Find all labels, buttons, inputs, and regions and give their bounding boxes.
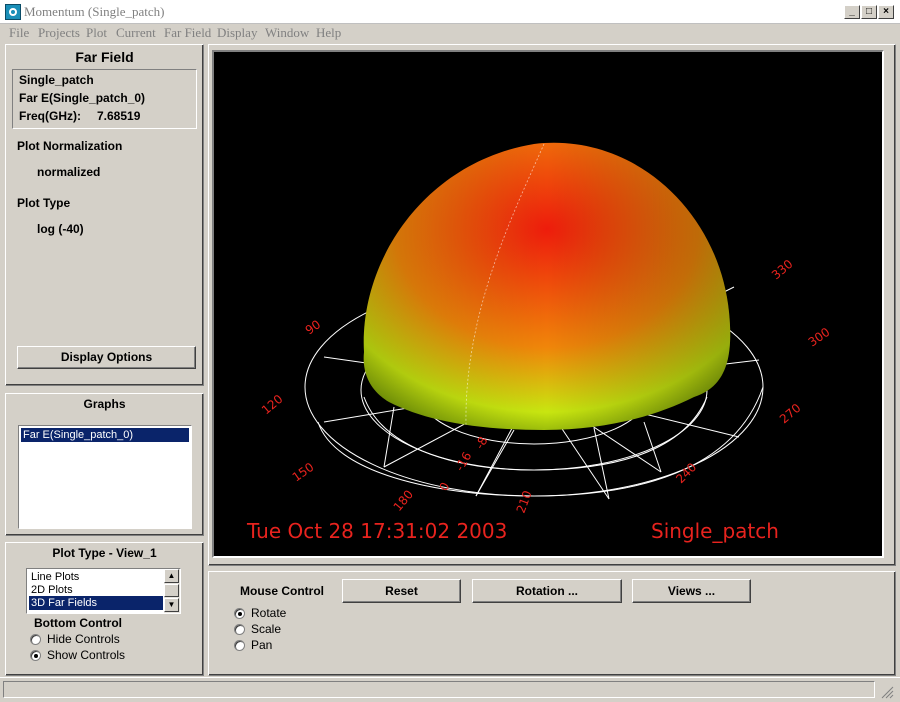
title-bar: Momentum (Single_patch) _ □ × (0, 0, 900, 24)
bottom-control-panel: Mouse Control Reset Rotation ... Views .… (208, 571, 896, 676)
menu-display[interactable]: Display (217, 25, 257, 41)
menu-bar: File Projects Plot Current Far Field Dis… (0, 24, 900, 42)
plot-type-view-heading: Plot Type - View_1 (52, 546, 157, 560)
graphs-heading: Graphs (83, 397, 126, 411)
rotation-button[interactable]: Rotation ... (472, 579, 622, 603)
far-field-info-box: Single_patch Far E(Single_patch_0) Freq(… (12, 69, 197, 129)
hide-controls-radio[interactable] (30, 634, 41, 645)
menu-far-field[interactable]: Far Field (164, 25, 211, 41)
plot-type-value: log (-40) (37, 222, 84, 236)
angle-label-270: 270 (777, 401, 804, 426)
display-options-button[interactable]: Display Options (17, 346, 196, 369)
angle-label-180: 180 (391, 487, 416, 514)
plot-type-label: Plot Type (17, 196, 71, 210)
angle-label-90: 90 (303, 317, 324, 337)
plot-type-option-2d[interactable]: 2D Plots (29, 583, 163, 597)
resize-grip-svg (881, 686, 894, 699)
scroll-down-icon[interactable]: ▼ (164, 598, 179, 612)
menu-current[interactable]: Current (116, 25, 156, 41)
far-field-heading: Far Field (75, 49, 134, 65)
angle-label-210: 210 (514, 489, 535, 515)
views-button[interactable]: Views ... (632, 579, 751, 603)
plot-type-option-line[interactable]: Line Plots (29, 570, 163, 584)
minimize-button[interactable]: _ (844, 5, 860, 19)
inner-label-16: -16 (452, 450, 474, 474)
angle-label-150: 150 (290, 460, 317, 485)
show-controls-label: Show Controls (47, 648, 126, 662)
show-controls-radio[interactable] (30, 650, 41, 661)
far-field-plot-svg: 90 120 150 180 210 240 270 300 330 0 -16… (246, 142, 833, 543)
maximize-button[interactable]: □ (861, 5, 877, 19)
bottom-control-label: Bottom Control (34, 616, 122, 630)
far-field-panel: Far Field Single_patch Far E(Single_patc… (5, 44, 204, 386)
far-field-3d-viewport[interactable]: 90 120 150 180 210 240 270 300 330 0 -16… (212, 50, 884, 558)
plot-type-panel: Plot Type - View_1 Line Plots 2D Plots 3… (5, 542, 204, 676)
status-bar (0, 677, 900, 700)
menu-file[interactable]: File (9, 25, 29, 41)
angle-label-120: 120 (259, 392, 286, 417)
angle-label-330: 330 (769, 257, 796, 282)
status-field (3, 681, 875, 698)
menu-window[interactable]: Window (265, 25, 309, 41)
measurement-name: Far E(Single_patch_0) (19, 91, 146, 105)
plot-timestamp: Tue Oct 28 17:31:02 2003 (246, 519, 507, 543)
pattern-shading (363, 142, 731, 430)
hide-controls-label: Hide Controls (47, 632, 120, 646)
menu-projects[interactable]: Projects (38, 25, 80, 41)
scroll-up-icon[interactable]: ▲ (164, 569, 179, 583)
graphs-list-item[interactable]: Far E(Single_patch_0) (21, 428, 189, 442)
rotate-label: Rotate (251, 606, 287, 620)
project-name: Single_patch (19, 73, 94, 87)
menu-plot[interactable]: Plot (86, 25, 107, 41)
resize-grip-icon[interactable] (878, 683, 894, 699)
plot-type-option-3d[interactable]: 3D Far Fields (29, 596, 163, 610)
scale-label: Scale (251, 622, 282, 636)
freq-value: 7.68519 (97, 109, 141, 123)
rotate-radio[interactable] (234, 608, 245, 619)
normalization-value: normalized (37, 165, 101, 179)
normalization-label: Plot Normalization (17, 139, 123, 153)
pan-label: Pan (251, 638, 273, 652)
window-title: Momentum (Single_patch) (24, 4, 165, 19)
plot-type-list[interactable]: Line Plots 2D Plots 3D Far Fields ▲ ▼ (26, 568, 181, 614)
scroll-thumb[interactable] (164, 584, 179, 597)
close-button[interactable]: × (878, 5, 894, 19)
plot-type-scrollbar[interactable]: ▲ ▼ (164, 569, 180, 613)
menu-help[interactable]: Help (316, 25, 341, 41)
graphs-list[interactable]: Far E(Single_patch_0) (18, 425, 192, 529)
app-icon (5, 4, 21, 20)
pan-radio[interactable] (234, 640, 245, 651)
scale-radio[interactable] (234, 624, 245, 635)
mouse-control-label: Mouse Control (240, 584, 324, 598)
reset-button[interactable]: Reset (342, 579, 461, 603)
angle-label-300: 300 (806, 325, 833, 350)
plot-design-name: Single_patch (651, 519, 779, 543)
inner-label-0: 0 (436, 480, 452, 494)
graphs-panel: Graphs Far E(Single_patch_0) (5, 393, 204, 536)
freq-label: Freq(GHz): (19, 109, 81, 123)
